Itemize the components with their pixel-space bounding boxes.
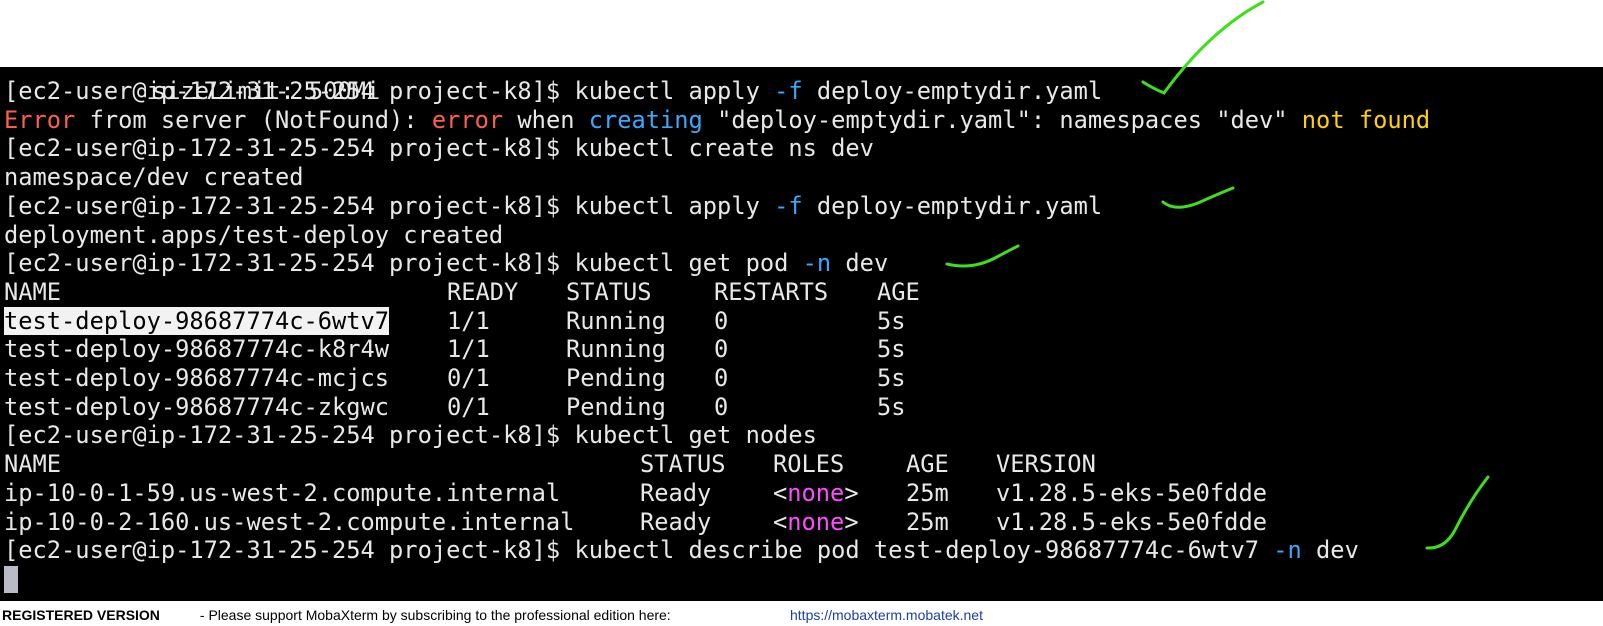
line-segment: -n [802, 249, 832, 278]
table-cell: <none> [773, 508, 859, 536]
cell-part: > [844, 507, 859, 536]
table-cell: ROLES [773, 450, 845, 479]
table-row: test-deploy-98687774c-k8r4w 1/1 Running 0 5s [0, 335, 1603, 363]
table-cell: AGE [877, 277, 920, 306]
table-cell: 25m [906, 507, 949, 536]
table-cell: STATUS [640, 450, 726, 479]
table-cell: v1.28.5-eks-5e0fdde [996, 478, 1267, 507]
table-cell: 5s [877, 306, 906, 335]
line-segment: error [431, 105, 504, 134]
footer-label: REGISTERED VERSION [2, 607, 160, 623]
table-cell: READY [447, 277, 519, 306]
table-cell: Pending [566, 392, 666, 421]
terminal-cursor [4, 566, 18, 593]
table-cell: 0/1 [447, 392, 490, 421]
line-segment: [ec2-user@ip-172-31-25-254 project-k8]$ … [4, 421, 817, 450]
footer-link[interactable]: https://mobaxterm.mobatek.net [790, 607, 983, 623]
table-cell: test-deploy-98687774c-6wtv7 [4, 306, 390, 335]
table-cell: VERSION [996, 450, 1096, 479]
table-cell: 0 [714, 306, 729, 335]
line-segment: not found [1301, 105, 1431, 134]
table-cell: 5s [877, 392, 906, 421]
terminal-line: [ec2-user@ip-172-31-25-254 project-k8]$ … [4, 421, 817, 449]
table-cell: 0 [714, 364, 729, 392]
line-segment: -n [1273, 536, 1302, 565]
cell-part: none [787, 478, 845, 507]
line-segment: [ec2-user@ip-172-31-25-254 project-k8]$ … [4, 536, 1274, 565]
line-segment: -f [774, 77, 803, 105]
table-cell: RESTARTS [714, 277, 829, 306]
table-row: test-deploy-98687774c-6wtv7 1/1 Running 0 5s [0, 306, 1603, 335]
terminal-line: [ec2-user@ip-172-31-25-254 project-k8]$ … [4, 134, 874, 162]
table-row: ip-10-0-1-59.us-west-2.compute.internal R… [0, 479, 1603, 507]
terminal-line: namespace/dev created [4, 163, 303, 191]
table-cell: test-deploy-98687774c-mcjcs [4, 364, 390, 392]
line-segment: dev [1301, 536, 1359, 565]
line-segment: -f [774, 191, 803, 220]
terminal-line: [ec2-user@ip-172-31-25-254 project-k8]$ … [4, 249, 888, 277]
table-cell: STATUS [566, 277, 652, 306]
line-segment: [ec2-user@ip-172-31-25-254 project-k8]$ … [4, 249, 803, 278]
table-cell: NAME [4, 277, 62, 306]
table-cell: NAME [4, 450, 62, 479]
line-segment: deploy-emptydir.yaml [802, 191, 1103, 220]
table-cell: v1.28.5-eks-5e0fdde [996, 507, 1267, 536]
terminal-line: [ec2-user@ip-172-31-25-254 project-k8]$ … [4, 536, 1359, 564]
table-row: test-deploy-98687774c-zkgwc 0/1 Pending 0 5s [0, 393, 1603, 421]
cell-part: > [844, 478, 859, 507]
footer-message: - Please support MobaXterm by subscribin… [196, 607, 675, 623]
table-row: ip-10-0-2-160.us-west-2.compute.internal… [0, 508, 1603, 536]
terminal-window[interactable]: sizeLimit: 500Mi [ec2-user@ip-172-31-25-… [0, 67, 1603, 601]
cell-part: none [787, 507, 845, 536]
line-segment: "deploy-emptydir.yaml": namespaces "dev" [702, 105, 1302, 134]
table-cell: 5s [877, 364, 906, 392]
table-cell: Ready [640, 478, 712, 507]
table-cell: test-deploy-98687774c-k8r4w [4, 335, 390, 364]
line-segment: when [503, 105, 589, 134]
table-cell: Ready [640, 507, 712, 536]
line-segment: deployment.apps/test-deploy created [4, 220, 504, 249]
table-cell: ip-10-0-1-59.us-west-2.compute.internal [4, 478, 561, 507]
table-row: NAME STATUS ROLES AGE VERSION [0, 450, 1603, 478]
table-cell: 0 [714, 392, 729, 421]
terminal-line: Error from server (NotFound): error when… [4, 106, 1430, 134]
table-cell: 0 [714, 335, 729, 364]
cell-part: < [773, 478, 788, 507]
terminal-line: deployment.apps/test-deploy created [4, 221, 503, 249]
cell-part: < [773, 507, 788, 536]
table-cell: 1/1 [447, 335, 490, 364]
table-cell: ip-10-0-2-160.us-west-2.compute.internal [4, 507, 575, 536]
status-footer: REGISTERED VERSION - Please support Moba… [0, 601, 1603, 626]
line-segment: Error [4, 105, 76, 134]
line-segment: namespace/dev created [4, 163, 304, 192]
table-cell: Running [566, 335, 666, 364]
table-cell: AGE [906, 450, 949, 479]
table-cell: Pending [566, 364, 666, 392]
line-segment: [ec2-user@ip-172-31-25-254 project-k8]$ … [4, 191, 775, 220]
table-row: test-deploy-98687774c-mcjcs 0/1 Pending 0 5s [0, 364, 1603, 392]
line-segment: [ec2-user@ip-172-31-25-254 project-k8]$ … [4, 77, 775, 105]
terminal-line: [ec2-user@ip-172-31-25-254 project-k8]$ … [4, 192, 1102, 220]
table-cell: test-deploy-98687774c-zkgwc [4, 392, 390, 421]
table-cell: 5s [877, 335, 906, 364]
line-segment: creating [588, 105, 703, 134]
line-segment: dev [831, 249, 889, 278]
table-cell: 0/1 [447, 364, 490, 392]
table-cell: <none> [773, 479, 859, 507]
table-cell: Running [566, 306, 666, 335]
line-segment: deploy-emptydir.yaml [802, 77, 1103, 105]
top-margin [0, 0, 1603, 67]
table-row: NAME READY STATUS RESTARTS AGE [0, 278, 1603, 306]
partial-top-line: sizeLimit: 500Mi [4, 67, 380, 105]
table-cell: 25m [906, 478, 949, 507]
line-segment: [ec2-user@ip-172-31-25-254 project-k8]$ … [4, 134, 874, 163]
table-cell: 1/1 [447, 306, 490, 335]
terminal-line: [ec2-user@ip-172-31-25-254 project-k8]$ … [4, 77, 1102, 105]
line-segment: from server (NotFound): [75, 105, 432, 134]
